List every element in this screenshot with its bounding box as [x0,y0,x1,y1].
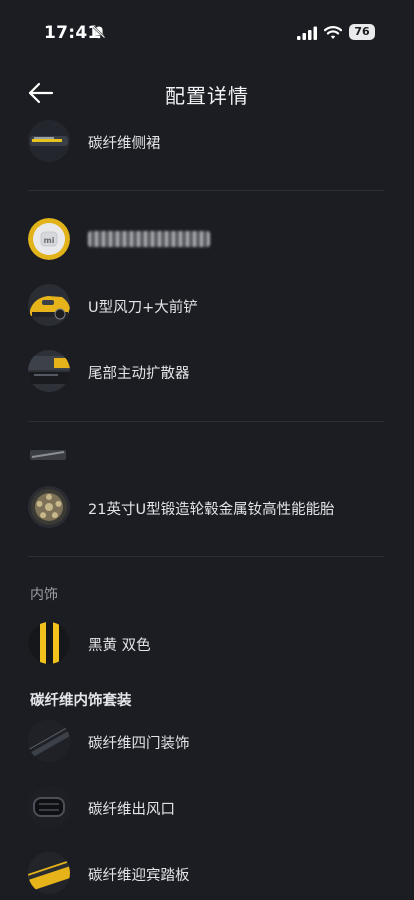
door-trim-thumbnail [28,720,70,762]
wheel-section-graphic [30,450,66,460]
blurred-text [88,231,210,247]
air-vent-thumbnail [28,786,70,828]
cellular-signal-icon [297,26,317,40]
item-label: 碳纤维出风口 [88,802,175,818]
section-title-carbon-package: 碳纤维内饰套装 [30,693,132,709]
item-label: 碳纤维侧裙 [88,136,161,152]
list-item-air-vent: 碳纤维出风口 [28,786,388,830]
status-bar: 17:41 76 [0,0,414,60]
divider [28,421,384,422]
list-item-door-trim: 碳纤维四门装饰 [28,720,388,764]
list-item-sill-plate: 碳纤维迎宾踏板 [28,852,388,896]
sill-plate-thumbnail [28,852,70,894]
battery-indicator: 76 [349,24,375,40]
item-label: 尾部主动扩散器 [88,366,190,382]
config-detail-screen: 17:41 76 配置详情 碳纤维侧裙 mi U型风刀+大前铲 尾部主动扩散器 … [0,0,414,900]
section-title-interior: 内饰 [30,587,58,603]
list-item-color: 黑黄 双色 [28,622,388,666]
wheel-thumbnail [28,486,70,528]
list-item-wheels: 21英寸U型锻造轮毂金属钕高性能能胎 [28,486,388,530]
item-label: U型风刀+大前铲 [88,300,198,316]
nav-bar: 配置详情 [0,70,414,116]
divider [28,190,384,191]
page-title: 配置详情 [165,84,249,108]
front-car-thumbnail [28,284,70,326]
item-label: 碳纤维迎宾踏板 [88,868,190,884]
list-item-side-skirt: 碳纤维侧裙 [28,120,388,164]
item-label: 黑黄 双色 [88,638,151,654]
item-label: 21英寸U型锻造轮毂金属钕高性能能胎 [88,502,335,518]
wifi-icon [324,26,342,39]
side-skirt-thumbnail [28,120,70,162]
color-swatch-thumbnail [28,622,70,664]
divider [28,556,384,557]
list-item-rear-diffuser: 尾部主动扩散器 [28,350,388,394]
list-item-u-spoiler: U型风刀+大前铲 [28,284,388,328]
list-item-redacted: mi [28,218,388,262]
svg-text:mi: mi [43,236,54,245]
xiaomi-logo-thumbnail: mi [28,218,70,260]
rear-diffuser-thumbnail [28,350,70,392]
mute-bell-icon [92,26,106,39]
item-label: 碳纤维四门装饰 [88,736,190,752]
